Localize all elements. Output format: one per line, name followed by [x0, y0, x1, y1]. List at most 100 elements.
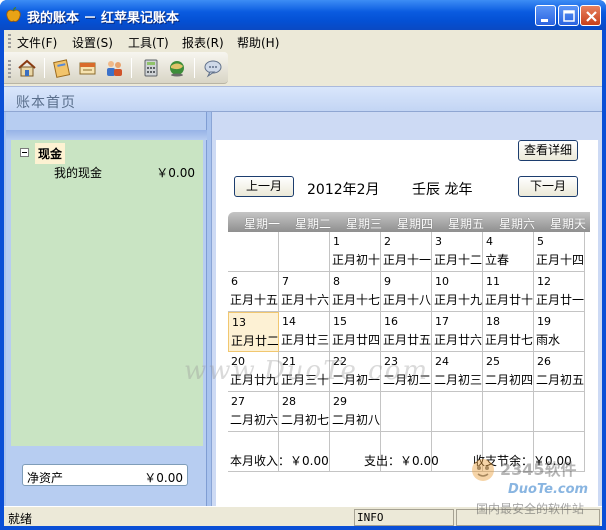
monthly-expense: 支出：￥0.00: [364, 454, 439, 468]
lunar-year-label: 壬辰 龙年: [412, 182, 473, 198]
menu-reports[interactable]: 报表(R): [182, 34, 224, 51]
monthly-income: 本月收入：￥0.00: [230, 454, 329, 468]
calendar-day-cell[interactable]: [279, 232, 330, 272]
calendar-day-cell[interactable]: 13 正月廿二: [228, 312, 279, 352]
tree-root-cash[interactable]: 现金: [35, 143, 66, 164]
calendar-day-cell[interactable]: 26 二月初五: [534, 352, 585, 392]
calendar-day-cell[interactable]: [381, 392, 432, 432]
title-bar[interactable]: 我的账本 － 红苹果记账本: [0, 0, 606, 30]
menu-tools[interactable]: 工具(T): [128, 34, 169, 51]
close-button[interactable]: [580, 5, 601, 26]
prev-month-button[interactable]: 上一月: [234, 176, 294, 197]
menu-file[interactable]: 文件(F): [17, 34, 57, 51]
notebook-icon[interactable]: [51, 57, 73, 79]
next-month-button[interactable]: 下一月: [518, 176, 578, 197]
lunar-date: 正月十二: [434, 253, 483, 267]
calendar-day-cell[interactable]: 25 二月初四: [483, 352, 534, 392]
lunar-date: 正月十九: [434, 293, 483, 307]
lunar-date: 正月十四: [536, 253, 585, 267]
minimize-button[interactable]: [535, 5, 556, 26]
collapse-icon[interactable]: [20, 148, 29, 157]
calendar-day-cell[interactable]: 14 正月廿三: [279, 312, 330, 352]
lunar-date: 二月初五: [536, 373, 585, 387]
day-number: 29: [333, 395, 347, 408]
toolbar-separator: [44, 58, 45, 78]
view-details-button[interactable]: 查看详细: [518, 140, 578, 161]
calendar-day-cell[interactable]: 3 正月十二: [432, 232, 483, 272]
lunar-date: 二月初七: [281, 413, 330, 427]
day-number: 9: [384, 275, 391, 288]
calendar-day-cell[interactable]: 16 正月廿五: [381, 312, 432, 352]
lunar-date: 正月廿七: [485, 333, 534, 347]
maximize-button[interactable]: [558, 5, 579, 26]
day-number: 27: [231, 395, 245, 408]
lunar-date: 正月十六: [281, 293, 330, 307]
globe-icon[interactable]: [166, 57, 188, 79]
book-icon[interactable]: [77, 57, 99, 79]
day-number: 1: [333, 235, 340, 248]
calendar-day-cell[interactable]: 9 正月十八: [381, 272, 432, 312]
calendar-day-cell[interactable]: 7 正月十六: [279, 272, 330, 312]
day-number: 24: [435, 355, 449, 368]
calendar-day-cell[interactable]: 5 正月十四: [534, 232, 585, 272]
lunar-date: 二月初六: [230, 413, 279, 427]
menu-help[interactable]: 帮助(H): [237, 34, 279, 51]
calendar: 星期一 星期二 星期三 星期四 星期五 星期六 星期天 1 正月初十 2 正月十一 3 正月十二 4 立春…: [228, 212, 590, 476]
chat-icon[interactable]: [202, 57, 224, 79]
calendar-day-cell[interactable]: 18 正月廿七: [483, 312, 534, 352]
day-number: 17: [435, 315, 449, 328]
calendar-day-cell[interactable]: 8 正月十七: [330, 272, 381, 312]
tree-item-name[interactable]: 我的现金: [54, 164, 102, 181]
menu-grip: [8, 34, 11, 48]
home-icon[interactable]: [16, 57, 38, 79]
calendar-day-cell[interactable]: 15 正月廿四: [330, 312, 381, 352]
window-title: 我的账本 － 红苹果记账本: [27, 11, 180, 26]
calendar-day-cell[interactable]: [483, 392, 534, 432]
calendar-day-cell[interactable]: 2 正月十一: [381, 232, 432, 272]
calendar-day-cell[interactable]: 11 正月廿十: [483, 272, 534, 312]
day-number: 5: [537, 235, 544, 248]
calendar-day-cell[interactable]: 6 正月十五: [228, 272, 279, 312]
weekday-label: 星期三: [346, 217, 383, 231]
client-area: 文件(F) 设置(S) 工具(T) 报表(R) 帮助(H) 账本首页 现金 我的…: [4, 30, 602, 526]
calendar-day-cell[interactable]: [228, 232, 279, 272]
calendar-day-cell[interactable]: 10 正月十九: [432, 272, 483, 312]
apple-icon: [6, 7, 21, 22]
lunar-date: 正月廿五: [383, 333, 432, 347]
day-number: 12: [537, 275, 551, 288]
net-assets-box: 净资产 ￥0.00: [22, 464, 188, 486]
calendar-day-cell[interactable]: [432, 392, 483, 432]
menu-settings[interactable]: 设置(S): [72, 34, 113, 51]
calendar-day-cell[interactable]: 27 二月初六: [228, 392, 279, 432]
maximize-icon: [563, 10, 575, 22]
calendar-day-cell[interactable]: 24 二月初三: [432, 352, 483, 392]
watermark-url: www.DuoTe.com: [184, 356, 430, 386]
lunar-date: 正月廿三: [281, 333, 330, 347]
day-number: 26: [537, 355, 551, 368]
menu-bar: 文件(F) 设置(S) 工具(T) 报表(R) 帮助(H): [4, 30, 602, 52]
calendar-day-cell[interactable]: 4 立春: [483, 232, 534, 272]
weekday-label: 星期一: [244, 217, 281, 231]
lunar-date: 正月十八: [383, 293, 432, 307]
lunar-date: 二月初三: [434, 373, 483, 387]
lunar-date: 正月廿十: [485, 293, 534, 307]
minimize-icon: [541, 19, 548, 22]
day-number: 28: [282, 395, 296, 408]
lunar-date: 正月廿一: [536, 293, 585, 307]
calendar-day-cell[interactable]: [534, 392, 585, 432]
lunar-date: 正月十五: [230, 293, 279, 307]
net-assets-value: ￥0.00: [144, 471, 183, 485]
calendar-day-cell[interactable]: 28 二月初七: [279, 392, 330, 432]
lunar-date: 雨水: [536, 333, 561, 347]
toolbar-separator: [194, 58, 195, 78]
calendar-day-cell[interactable]: 19 雨水: [534, 312, 585, 352]
users-icon[interactable]: [103, 57, 125, 79]
calendar-day-cell[interactable]: 17 正月廿六: [432, 312, 483, 352]
calculator-icon[interactable]: [140, 57, 162, 79]
day-number: 4: [486, 235, 493, 248]
calendar-day-cell[interactable]: 1 正月初十: [330, 232, 381, 272]
calendar-day-cell[interactable]: 29 二月初八: [330, 392, 381, 432]
toolbar: [4, 52, 228, 84]
calendar-day-cell[interactable]: 12 正月廿一: [534, 272, 585, 312]
day-number: 13: [232, 316, 246, 329]
